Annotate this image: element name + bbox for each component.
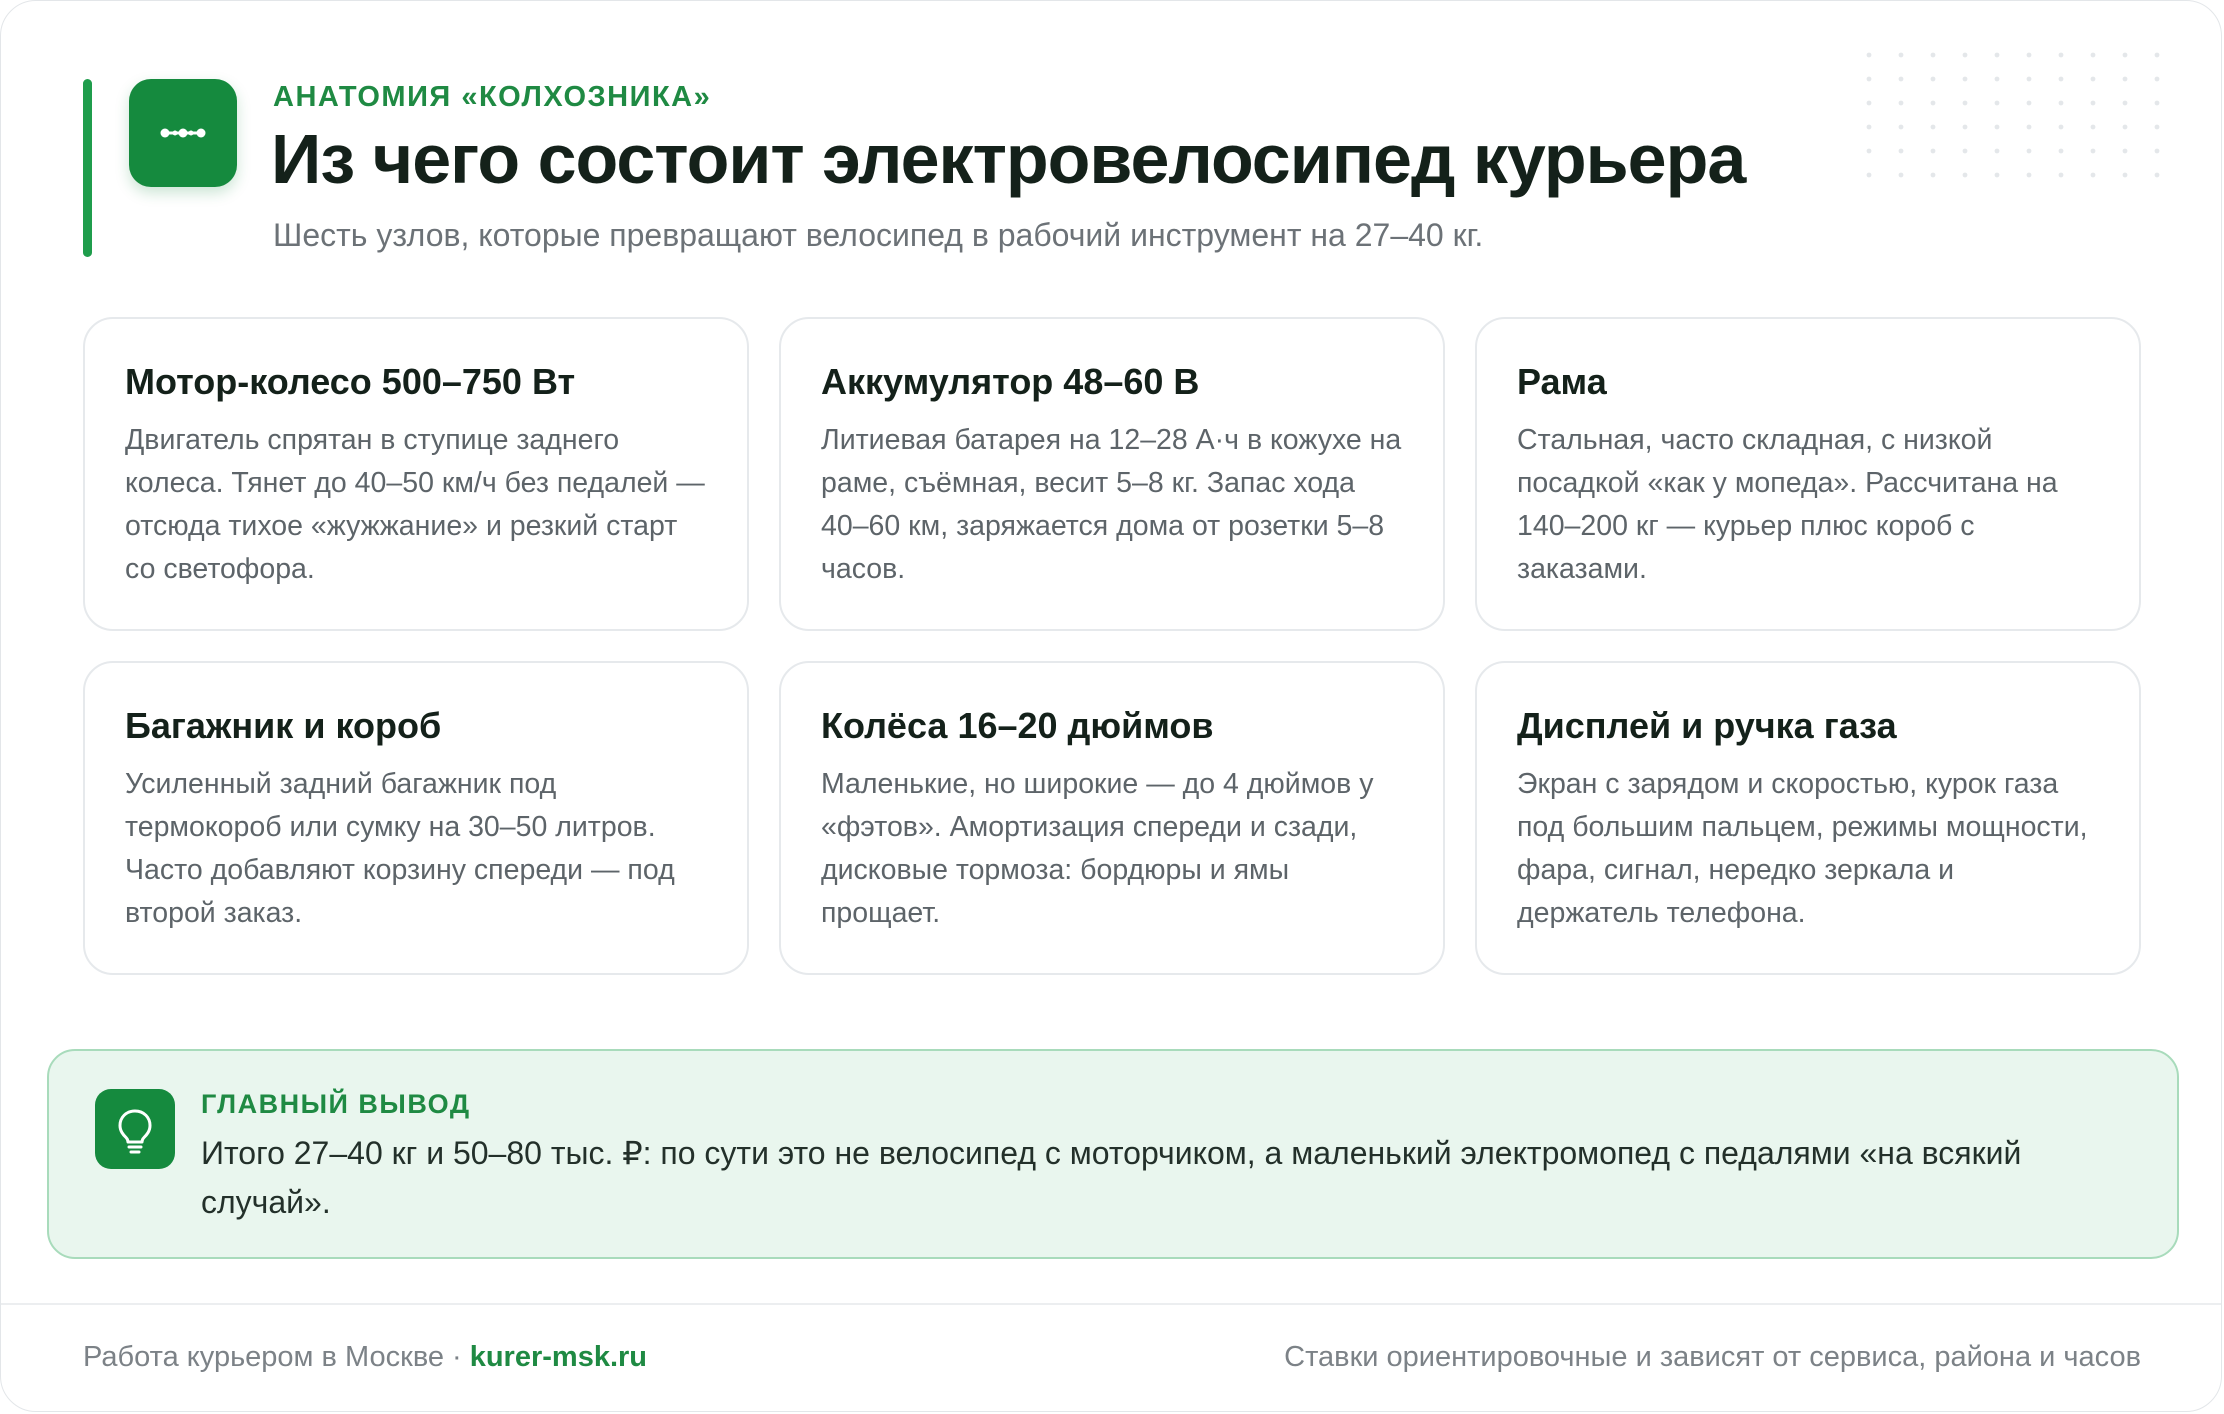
decorative-dot [1866, 76, 1872, 82]
card-display-throttle: Дисплей и ручка газа Экран с зарядом и с… [1475, 661, 2141, 975]
decorative-dot [1962, 124, 1968, 130]
lightbulb-icon [118, 1109, 152, 1154]
decorative-dot [1930, 124, 1936, 130]
decorative-dot [1866, 52, 1872, 58]
card-text: Двигатель спрятан в ступице заднего коле… [125, 424, 705, 585]
card-text: Экран с зарядом и скоростью, курок газа … [1517, 768, 2088, 929]
page-subtitle: Шесть узлов, которые превращают велосипе… [273, 217, 1484, 253]
connection-dots-icon [160, 128, 206, 138]
decorative-dot [2058, 52, 2064, 58]
card-wheels: Колёса 16–20 дюймов Маленькие, но широки… [779, 661, 1445, 975]
decorative-dot [1994, 76, 2000, 82]
decorative-dot [1994, 124, 2000, 130]
decorative-dot [1994, 172, 2000, 178]
decorative-dot [2058, 124, 2064, 130]
decorative-dot [1962, 100, 1968, 106]
footer-site-link[interactable]: kurer-msk.ru [470, 1341, 647, 1373]
card-title: Аккумулятор 48–60 В [821, 361, 1200, 402]
card-title: Дисплей и ручка газа [1517, 705, 1897, 746]
decorative-dot-grid [1866, 52, 2160, 178]
decorative-dot [1994, 100, 2000, 106]
card-text: Маленькие, но широкие — до 4 дюймов у «ф… [821, 768, 1374, 929]
decorative-dot [2090, 76, 2096, 82]
decorative-dot [2154, 148, 2160, 154]
card-battery: Аккумулятор 48–60 В Литиевая батарея на … [779, 317, 1445, 631]
decorative-dot [1930, 52, 1936, 58]
decorative-dot [1930, 172, 1936, 178]
decorative-dot [2122, 52, 2128, 58]
callout-label: ГЛАВНЫЙ ВЫВОД [201, 1089, 471, 1119]
decorative-dot [2090, 148, 2096, 154]
decorative-dot [2090, 172, 2096, 178]
footer-left: Работа курьером в Москве · kurer-msk.ru [83, 1341, 647, 1374]
decorative-dot [1994, 52, 2000, 58]
footer-disclaimer: Ставки ориентировочные и зависят от серв… [1284, 1341, 2141, 1373]
decorative-dot [2058, 100, 2064, 106]
decorative-dot [1898, 52, 1904, 58]
decorative-dot [1866, 148, 1872, 154]
decorative-dot [2154, 124, 2160, 130]
lightbulb-badge [95, 1089, 175, 1169]
eyebrow-label: АНАТОМИЯ «КОЛХОЗНИКА» [273, 81, 712, 113]
logo-badge [129, 79, 237, 187]
decorative-dot [1898, 100, 1904, 106]
decorative-dot [1866, 124, 1872, 130]
decorative-dot [1930, 76, 1936, 82]
decorative-dot [2154, 52, 2160, 58]
card-rack-box: Багажник и короб Усиленный задний багажн… [83, 661, 749, 975]
footer-caption: Работа курьером в Москве [83, 1341, 445, 1373]
decorative-dot [2026, 52, 2032, 58]
decorative-dot [2026, 172, 2032, 178]
card-text: Стальная, часто складная, с низкой посад… [1517, 424, 2058, 585]
decorative-dot [1898, 76, 1904, 82]
footer-divider [1, 1303, 2221, 1305]
decorative-dot [2026, 76, 2032, 82]
decorative-dot [2154, 100, 2160, 106]
decorative-dot [2090, 100, 2096, 106]
decorative-dot [1930, 148, 1936, 154]
card-title: Рама [1517, 361, 1607, 402]
accent-bar [83, 79, 92, 257]
decorative-dot [2026, 124, 2032, 130]
decorative-dot [1962, 148, 1968, 154]
decorative-dot [2122, 124, 2128, 130]
card-title: Колёса 16–20 дюймов [821, 705, 1214, 746]
page-title: Из чего состоит электровелосипед курьера [271, 120, 1746, 198]
card-motor-wheel: Мотор-колесо 500–750 Вт Двигатель спрята… [83, 317, 749, 631]
decorative-dot [2026, 100, 2032, 106]
decorative-dot [2090, 124, 2096, 130]
decorative-dot [1866, 100, 1872, 106]
card-frame: Рама Стальная, часто складная, с низкой … [1475, 317, 2141, 631]
decorative-dot [1898, 124, 1904, 130]
decorative-dot [2058, 76, 2064, 82]
callout-text: Итого 27–40 кг и 50–80 тыс. ₽: по сути э… [201, 1135, 2022, 1220]
decorative-dot [2154, 172, 2160, 178]
card-text: Литиевая батарея на 12–28 А·ч в кожухе н… [821, 424, 1402, 585]
footer-separator: · [452, 1341, 462, 1373]
decorative-dot [1962, 76, 1968, 82]
decorative-dot [2058, 148, 2064, 154]
card-title: Мотор-колесо 500–750 Вт [125, 361, 576, 402]
decorative-dot [2122, 100, 2128, 106]
decorative-dot [2058, 172, 2064, 178]
key-takeaway-callout: ГЛАВНЫЙ ВЫВОД Итого 27–40 кг и 50–80 тыс… [47, 1049, 2179, 1259]
decorative-dot [2090, 52, 2096, 58]
decorative-dot [2122, 76, 2128, 82]
decorative-dot [1898, 148, 1904, 154]
infographic-page: АНАТОМИЯ «КОЛХОЗНИКА» Из чего состоит эл… [0, 0, 2222, 1412]
decorative-dot [2122, 172, 2128, 178]
decorative-dot [1994, 148, 2000, 154]
card-text: Усиленный задний багажник под термокороб… [125, 768, 675, 929]
decorative-dot [2122, 148, 2128, 154]
decorative-dot [1962, 172, 1968, 178]
decorative-dot [2154, 76, 2160, 82]
decorative-dot [1866, 172, 1872, 178]
card-title: Багажник и короб [125, 705, 442, 746]
decorative-dot [1930, 100, 1936, 106]
decorative-dot [2026, 148, 2032, 154]
decorative-dot [1962, 52, 1968, 58]
decorative-dot [1898, 172, 1904, 178]
